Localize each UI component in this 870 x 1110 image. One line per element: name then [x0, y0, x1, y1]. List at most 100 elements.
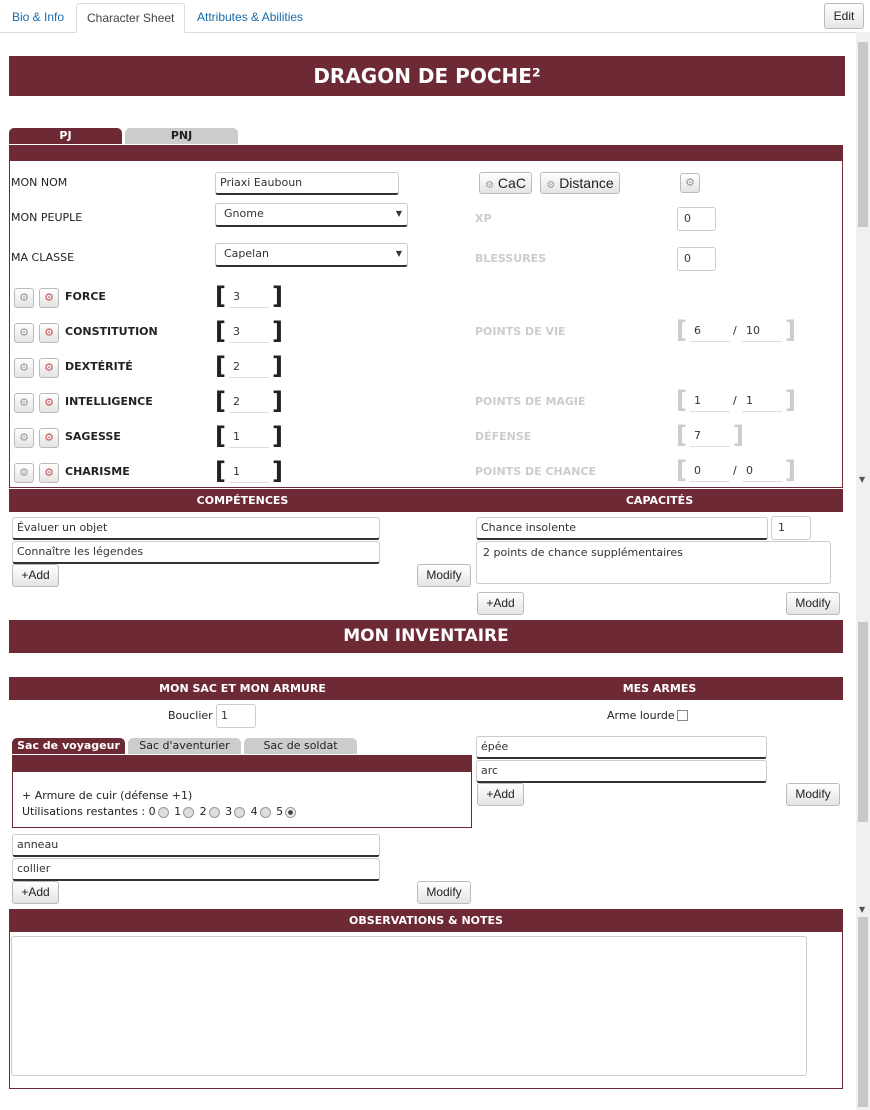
stat-roll-button[interactable]: ⚙	[14, 428, 34, 448]
scrollbar[interactable]: ▼ ▼	[856, 32, 870, 1110]
stat-value-input[interactable]: 3	[229, 286, 269, 308]
luck-max-input[interactable]: 0	[742, 460, 782, 482]
dice-icon: ⚙	[19, 361, 29, 374]
uses-radio-5[interactable]	[285, 806, 297, 818]
uses-radio-2[interactable]	[208, 806, 220, 818]
wounds-label: BLESSURES	[475, 252, 547, 265]
add-skill-button[interactable]: +Add	[12, 564, 59, 587]
tab-bio-info[interactable]: Bio & Info	[2, 3, 74, 31]
bag-header: MON SAC ET MON ARMURE	[159, 682, 326, 695]
ability-count-input[interactable]: 1	[771, 516, 811, 540]
race-select[interactable]: Gnome ▼	[215, 203, 408, 227]
bracket-right: ]	[785, 386, 796, 414]
stat-label: INTELLIGENCE	[65, 395, 153, 408]
bracket-left: [	[676, 456, 687, 484]
wounds-input[interactable]: 0	[677, 247, 716, 271]
stat-roll-button[interactable]: ⚙	[14, 358, 34, 378]
bag-item[interactable]: anneau	[12, 834, 380, 857]
uses-option: 4	[250, 805, 258, 818]
top-tab-bar: Bio & Info Character Sheet Attributes & …	[0, 0, 870, 33]
bracket-left: [	[676, 316, 687, 344]
edit-button[interactable]: Edit	[824, 3, 864, 29]
stat-roll-button[interactable]: ⚙	[14, 463, 34, 483]
tab-attributes-abilities[interactable]: Attributes & Abilities	[187, 3, 313, 31]
bag-tab-aventurier[interactable]: Sac d'aventurier	[128, 738, 241, 754]
xp-input[interactable]: 0	[677, 207, 716, 231]
defense-input[interactable]: 7	[690, 425, 730, 447]
bracket-left: [	[215, 352, 226, 380]
modify-skills-button[interactable]: Modify	[417, 564, 471, 587]
scrollbar-thumb[interactable]	[858, 917, 868, 1107]
add-weapon-button[interactable]: +Add	[477, 783, 524, 806]
hp-label: POINTS DE VIE	[475, 325, 566, 338]
stat-value-input[interactable]: 1	[229, 461, 269, 483]
dice-icon: ⚙	[19, 291, 29, 304]
stat-value-input[interactable]: 1	[229, 426, 269, 448]
stat-value-input[interactable]: 3	[229, 321, 269, 343]
bracket-left: [	[215, 282, 226, 310]
bag-tab-soldat[interactable]: Sac de soldat	[244, 738, 357, 754]
modify-weapons-button[interactable]: Modify	[786, 783, 840, 806]
chevron-down-icon: ▼	[395, 209, 402, 218]
notes-textarea[interactable]	[11, 936, 807, 1076]
modify-bag-items-button[interactable]: Modify	[417, 881, 471, 904]
stat-damage-roll-button[interactable]: ⚙	[39, 323, 59, 343]
xp-label: XP	[475, 212, 492, 225]
skill-item[interactable]: Connaître les légendes	[12, 541, 380, 564]
mp-max-input[interactable]: 1	[742, 390, 782, 412]
ability-name-input[interactable]: Chance insolente	[476, 517, 768, 540]
tab-pj[interactable]: PJ	[9, 128, 122, 144]
bracket-left: [	[215, 457, 226, 485]
stat-label: DEXTÉRITÉ	[65, 360, 133, 373]
bag-item[interactable]: collier	[12, 858, 380, 881]
stat-value-input[interactable]: 2	[229, 356, 269, 378]
stat-damage-roll-button[interactable]: ⚙	[39, 428, 59, 448]
bag-tab-voyageur[interactable]: Sac de voyageur	[12, 738, 125, 754]
name-input[interactable]: Priaxi Eauboun	[215, 172, 399, 195]
add-bag-item-button[interactable]: +Add	[12, 881, 59, 904]
dice-roll-button[interactable]: ⚙	[680, 173, 700, 193]
scrollbar-thumb[interactable]	[858, 42, 868, 227]
uses-radio-0[interactable]	[157, 806, 169, 818]
stat-damage-roll-button[interactable]: ⚙	[39, 463, 59, 483]
scroll-down-arrow-icon[interactable]: ▼	[859, 905, 865, 914]
bracket-right: ]	[272, 352, 283, 380]
hp-max-input[interactable]: 10	[742, 320, 782, 342]
shield-input[interactable]: 1	[216, 704, 256, 728]
dice-icon: ⚙	[44, 291, 54, 304]
mp-current-input[interactable]: 1	[690, 390, 730, 412]
skill-item[interactable]: Évaluer un objet	[12, 517, 380, 540]
stat-damage-roll-button[interactable]: ⚙	[39, 393, 59, 413]
hp-current-input[interactable]: 6	[690, 320, 730, 342]
stat-roll-button[interactable]: ⚙	[14, 288, 34, 308]
stat-damage-roll-button[interactable]: ⚙	[39, 358, 59, 378]
cac-roll-button[interactable]: ⚙ CaC	[479, 172, 532, 194]
stat-roll-button[interactable]: ⚙	[14, 393, 34, 413]
uses-radio-3[interactable]	[234, 806, 246, 818]
tab-character-sheet[interactable]: Character Sheet	[76, 3, 186, 33]
stat-damage-roll-button[interactable]: ⚙	[39, 288, 59, 308]
bracket-left: [	[676, 421, 687, 449]
dice-icon: ⚙	[44, 361, 54, 374]
modify-abilities-button[interactable]: Modify	[786, 592, 840, 615]
weapon-item[interactable]: arc	[476, 760, 767, 783]
stat-value-input[interactable]: 2	[229, 391, 269, 413]
scrollbar-thumb[interactable]	[858, 622, 868, 822]
tab-pnj[interactable]: PNJ	[125, 128, 238, 144]
dice-icon: ⚙	[19, 431, 29, 444]
uses-radio-4[interactable]	[259, 806, 271, 818]
luck-current-input[interactable]: 0	[690, 460, 730, 482]
ability-description-textarea[interactable]: 2 points de chance supplémentaires	[476, 541, 831, 584]
stat-roll-button[interactable]: ⚙	[14, 323, 34, 343]
scroll-down-arrow-icon[interactable]: ▼	[859, 475, 865, 484]
weapon-item[interactable]: épée	[476, 736, 767, 759]
distance-roll-button[interactable]: ⚙ Distance	[540, 172, 620, 194]
class-label: MA CLASSE	[11, 251, 75, 264]
add-ability-button[interactable]: +Add	[477, 592, 524, 615]
heavy-weapon-checkbox[interactable]	[677, 710, 688, 721]
inventory-title: MON INVENTAIRE	[9, 620, 843, 653]
uses-radio-1[interactable]	[183, 806, 195, 818]
dice-icon: ⚙	[19, 396, 29, 409]
separator: /	[733, 324, 737, 337]
class-select[interactable]: Capelan ▼	[215, 243, 408, 267]
